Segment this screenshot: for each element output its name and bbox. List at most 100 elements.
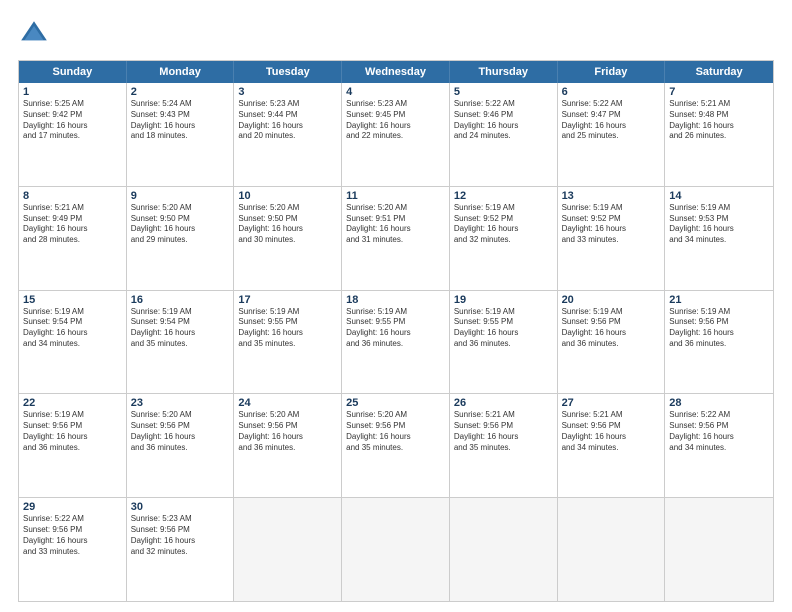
day-cell-6: 6Sunrise: 5:22 AM Sunset: 9:47 PM Daylig…: [558, 83, 666, 186]
day-info: Sunrise: 5:24 AM Sunset: 9:43 PM Dayligh…: [131, 99, 230, 142]
day-cell-3: 3Sunrise: 5:23 AM Sunset: 9:44 PM Daylig…: [234, 83, 342, 186]
day-number: 15: [23, 294, 122, 306]
day-cell-22: 22Sunrise: 5:19 AM Sunset: 9:56 PM Dayli…: [19, 394, 127, 497]
day-cell-15: 15Sunrise: 5:19 AM Sunset: 9:54 PM Dayli…: [19, 291, 127, 394]
calendar-header: SundayMondayTuesdayWednesdayThursdayFrid…: [19, 61, 773, 83]
day-info: Sunrise: 5:20 AM Sunset: 9:51 PM Dayligh…: [346, 203, 445, 246]
day-cell-8: 8Sunrise: 5:21 AM Sunset: 9:49 PM Daylig…: [19, 187, 127, 290]
calendar-row-1: 8Sunrise: 5:21 AM Sunset: 9:49 PM Daylig…: [19, 186, 773, 290]
day-info: Sunrise: 5:22 AM Sunset: 9:56 PM Dayligh…: [669, 410, 769, 453]
weekday-header-friday: Friday: [558, 61, 666, 83]
day-cell-12: 12Sunrise: 5:19 AM Sunset: 9:52 PM Dayli…: [450, 187, 558, 290]
day-info: Sunrise: 5:19 AM Sunset: 9:54 PM Dayligh…: [131, 307, 230, 350]
day-number: 21: [669, 294, 769, 306]
day-cell-19: 19Sunrise: 5:19 AM Sunset: 9:55 PM Dayli…: [450, 291, 558, 394]
day-number: 20: [562, 294, 661, 306]
day-cell-16: 16Sunrise: 5:19 AM Sunset: 9:54 PM Dayli…: [127, 291, 235, 394]
day-info: Sunrise: 5:22 AM Sunset: 9:47 PM Dayligh…: [562, 99, 661, 142]
calendar-row-4: 29Sunrise: 5:22 AM Sunset: 9:56 PM Dayli…: [19, 497, 773, 601]
day-cell-14: 14Sunrise: 5:19 AM Sunset: 9:53 PM Dayli…: [665, 187, 773, 290]
day-info: Sunrise: 5:20 AM Sunset: 9:56 PM Dayligh…: [131, 410, 230, 453]
empty-cell-4-5: [558, 498, 666, 601]
day-number: 10: [238, 190, 337, 202]
day-number: 2: [131, 86, 230, 98]
day-info: Sunrise: 5:23 AM Sunset: 9:56 PM Dayligh…: [131, 514, 230, 557]
day-number: 24: [238, 397, 337, 409]
day-info: Sunrise: 5:19 AM Sunset: 9:53 PM Dayligh…: [669, 203, 769, 246]
day-number: 1: [23, 86, 122, 98]
day-info: Sunrise: 5:23 AM Sunset: 9:44 PM Dayligh…: [238, 99, 337, 142]
day-cell-18: 18Sunrise: 5:19 AM Sunset: 9:55 PM Dayli…: [342, 291, 450, 394]
day-cell-2: 2Sunrise: 5:24 AM Sunset: 9:43 PM Daylig…: [127, 83, 235, 186]
day-number: 25: [346, 397, 445, 409]
day-info: Sunrise: 5:19 AM Sunset: 9:52 PM Dayligh…: [562, 203, 661, 246]
day-cell-21: 21Sunrise: 5:19 AM Sunset: 9:56 PM Dayli…: [665, 291, 773, 394]
day-info: Sunrise: 5:19 AM Sunset: 9:55 PM Dayligh…: [346, 307, 445, 350]
day-info: Sunrise: 5:20 AM Sunset: 9:56 PM Dayligh…: [238, 410, 337, 453]
day-number: 16: [131, 294, 230, 306]
weekday-header-wednesday: Wednesday: [342, 61, 450, 83]
day-info: Sunrise: 5:19 AM Sunset: 9:56 PM Dayligh…: [562, 307, 661, 350]
weekday-header-saturday: Saturday: [665, 61, 773, 83]
day-number: 17: [238, 294, 337, 306]
empty-cell-4-6: [665, 498, 773, 601]
day-cell-28: 28Sunrise: 5:22 AM Sunset: 9:56 PM Dayli…: [665, 394, 773, 497]
day-number: 26: [454, 397, 553, 409]
day-info: Sunrise: 5:23 AM Sunset: 9:45 PM Dayligh…: [346, 99, 445, 142]
day-info: Sunrise: 5:21 AM Sunset: 9:48 PM Dayligh…: [669, 99, 769, 142]
calendar-row-3: 22Sunrise: 5:19 AM Sunset: 9:56 PM Dayli…: [19, 393, 773, 497]
day-number: 11: [346, 190, 445, 202]
weekday-header-sunday: Sunday: [19, 61, 127, 83]
day-info: Sunrise: 5:22 AM Sunset: 9:46 PM Dayligh…: [454, 99, 553, 142]
day-number: 4: [346, 86, 445, 98]
day-info: Sunrise: 5:19 AM Sunset: 9:52 PM Dayligh…: [454, 203, 553, 246]
day-number: 30: [131, 501, 230, 513]
day-number: 28: [669, 397, 769, 409]
day-info: Sunrise: 5:21 AM Sunset: 9:49 PM Dayligh…: [23, 203, 122, 246]
day-number: 19: [454, 294, 553, 306]
day-cell-23: 23Sunrise: 5:20 AM Sunset: 9:56 PM Dayli…: [127, 394, 235, 497]
weekday-header-thursday: Thursday: [450, 61, 558, 83]
logo: [18, 18, 54, 50]
day-number: 8: [23, 190, 122, 202]
day-cell-30: 30Sunrise: 5:23 AM Sunset: 9:56 PM Dayli…: [127, 498, 235, 601]
day-info: Sunrise: 5:19 AM Sunset: 9:55 PM Dayligh…: [238, 307, 337, 350]
weekday-header-tuesday: Tuesday: [234, 61, 342, 83]
day-info: Sunrise: 5:21 AM Sunset: 9:56 PM Dayligh…: [454, 410, 553, 453]
day-cell-10: 10Sunrise: 5:20 AM Sunset: 9:50 PM Dayli…: [234, 187, 342, 290]
day-cell-13: 13Sunrise: 5:19 AM Sunset: 9:52 PM Dayli…: [558, 187, 666, 290]
day-number: 9: [131, 190, 230, 202]
day-number: 5: [454, 86, 553, 98]
day-number: 7: [669, 86, 769, 98]
day-number: 29: [23, 501, 122, 513]
day-number: 6: [562, 86, 661, 98]
day-cell-25: 25Sunrise: 5:20 AM Sunset: 9:56 PM Dayli…: [342, 394, 450, 497]
day-cell-24: 24Sunrise: 5:20 AM Sunset: 9:56 PM Dayli…: [234, 394, 342, 497]
day-info: Sunrise: 5:20 AM Sunset: 9:50 PM Dayligh…: [131, 203, 230, 246]
day-cell-20: 20Sunrise: 5:19 AM Sunset: 9:56 PM Dayli…: [558, 291, 666, 394]
page: SundayMondayTuesdayWednesdayThursdayFrid…: [0, 0, 792, 612]
logo-icon: [18, 18, 50, 50]
empty-cell-4-2: [234, 498, 342, 601]
weekday-header-monday: Monday: [127, 61, 235, 83]
day-info: Sunrise: 5:19 AM Sunset: 9:56 PM Dayligh…: [669, 307, 769, 350]
day-info: Sunrise: 5:20 AM Sunset: 9:50 PM Dayligh…: [238, 203, 337, 246]
header: [18, 18, 774, 50]
day-info: Sunrise: 5:22 AM Sunset: 9:56 PM Dayligh…: [23, 514, 122, 557]
calendar-row-0: 1Sunrise: 5:25 AM Sunset: 9:42 PM Daylig…: [19, 83, 773, 186]
day-cell-11: 11Sunrise: 5:20 AM Sunset: 9:51 PM Dayli…: [342, 187, 450, 290]
day-cell-17: 17Sunrise: 5:19 AM Sunset: 9:55 PM Dayli…: [234, 291, 342, 394]
empty-cell-4-3: [342, 498, 450, 601]
day-info: Sunrise: 5:25 AM Sunset: 9:42 PM Dayligh…: [23, 99, 122, 142]
day-number: 27: [562, 397, 661, 409]
calendar-row-2: 15 Sunrise: 5:19 AM Sunset: 9:54 PM Dayli…: [19, 290, 773, 394]
day-number: 12: [454, 190, 553, 202]
empty-cell-4-4: [450, 498, 558, 601]
day-number: 13: [562, 190, 661, 202]
calendar-body: 1Sunrise: 5:25 AM Sunset: 9:42 PM Daylig…: [19, 83, 773, 601]
day-cell-7: 7Sunrise: 5:21 AM Sunset: 9:48 PM Daylig…: [665, 83, 773, 186]
day-info: Sunrise: 5:20 AM Sunset: 9:56 PM Dayligh…: [346, 410, 445, 453]
day-cell-26: 26Sunrise: 5:21 AM Sunset: 9:56 PM Dayli…: [450, 394, 558, 497]
day-number: 3: [238, 86, 337, 98]
calendar: SundayMondayTuesdayWednesdayThursdayFrid…: [18, 60, 774, 602]
